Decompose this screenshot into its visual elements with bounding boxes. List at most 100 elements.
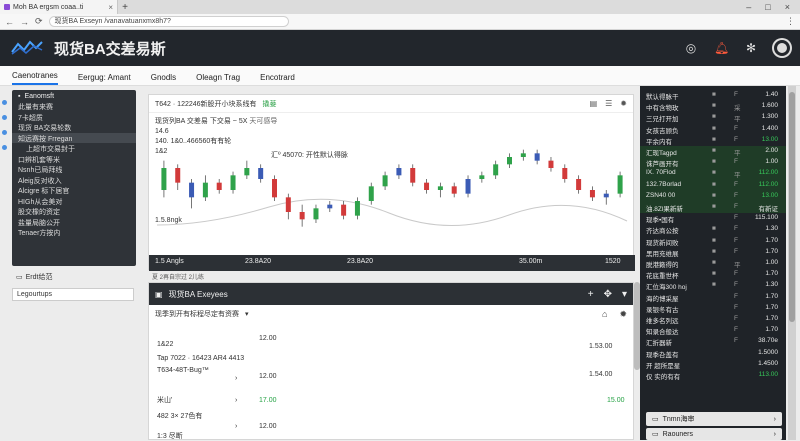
candle-body[interactable] <box>479 175 485 179</box>
add-icon[interactable]: + <box>588 289 594 300</box>
candle-body[interactable] <box>382 175 388 187</box>
orderbook-row[interactable]: 知录合般达 F 1.70 <box>640 325 786 336</box>
candle-body[interactable] <box>507 157 512 165</box>
orderbook-row[interactable]: 诛芦画开有 ■ F 1.00 <box>640 157 786 169</box>
edit-row[interactable]: ▭ Erdt给范 <box>12 270 134 284</box>
orderbook-row[interactable]: 现季叴盖有 1.5000 <box>640 348 786 359</box>
orderbook-row[interactable]: 三兄打开加 ■ 平 1.300 <box>640 112 786 123</box>
orderbook-row[interactable]: 海的博采屋 F 1.70 <box>640 292 786 303</box>
candle-body[interactable] <box>548 160 554 168</box>
panel-gear-icon[interactable]: ✹ <box>619 309 627 320</box>
sidebar-item[interactable]: Aleig反对收入 <box>12 175 136 186</box>
candle-body[interactable] <box>354 201 360 216</box>
camera-icon[interactable]: ◎ <box>684 41 698 55</box>
candle-body[interactable] <box>396 168 402 176</box>
sub-dropdown-icon[interactable]: ▾ <box>245 310 249 318</box>
candle-body[interactable] <box>272 179 277 198</box>
sidebar-item[interactable]: 现货 BA交易轮数 <box>12 122 136 133</box>
sidebar-item[interactable]: 此量有来赛 <box>12 101 136 112</box>
orderbook-row[interactable]: 开 超所是星 1.4500 <box>640 359 786 370</box>
candle-body[interactable] <box>244 168 250 176</box>
close-tab-icon[interactable]: × <box>108 3 113 12</box>
orderbook-row[interactable]: 汇位海300 hoj ■ F 1.30 <box>640 280 786 291</box>
maximize-icon[interactable]: □ <box>765 2 770 12</box>
candle-body[interactable] <box>520 153 526 157</box>
orderbook-row[interactable]: 仅 实的有有 113.00 <box>640 370 786 381</box>
candle-body[interactable] <box>534 153 540 161</box>
orderbook-row[interactable]: 汇现Tagpd ■ 平 2.00 <box>640 146 786 158</box>
orderbook-row[interactable]: IX. 70Flod ■ 平 112.00 <box>640 168 786 180</box>
chart-header-tag[interactable]: 撬菨 <box>263 99 277 109</box>
reload-icon[interactable]: ⟳ <box>35 16 43 27</box>
orderbook-row[interactable]: 132.7Borlad ■ F 112.00 <box>640 179 786 191</box>
candle-body[interactable] <box>465 179 471 194</box>
sidebar-item[interactable]: Tenaer方按内 <box>12 227 136 238</box>
orderbook-row[interactable]: 脱港籁得的 ■ 平 1.00 <box>640 258 786 269</box>
logout-button[interactable]: Legourtups <box>12 288 134 301</box>
candle-body[interactable] <box>327 204 333 209</box>
orderbook-row[interactable]: 录银冬有古 F 1.70 <box>640 303 786 314</box>
settings-sparkle-icon[interactable]: ✻ <box>744 41 758 55</box>
orderbook-row[interactable]: 女孩吉顾负 ■ F 1.400 <box>640 124 786 135</box>
candle-body[interactable] <box>313 208 319 220</box>
orderbook-row[interactable]: 黑用充维展 ■ F 1.70 <box>640 247 786 258</box>
candle-body[interactable] <box>451 186 457 194</box>
home-icon[interactable]: ⌂ <box>602 309 607 320</box>
forward-icon[interactable]: → <box>20 17 29 27</box>
dropdown-icon[interactable]: ▾ <box>622 289 627 300</box>
chart-gear-icon[interactable]: ✹ <box>620 99 627 108</box>
candle-body[interactable] <box>258 168 264 179</box>
scrollbar-thumb[interactable] <box>789 92 795 322</box>
sidebar-item[interactable]: 盐量局脑公开 <box>12 217 136 228</box>
new-tab-icon[interactable]: + <box>118 2 132 13</box>
nav-tab-0[interactable]: Caenotranes <box>12 71 58 85</box>
nav-tab-2[interactable]: Gnodls <box>151 73 176 85</box>
orderbook-row[interactable]: 油.8Zl果新新 ■ F 有新证 <box>640 202 786 214</box>
sidebar-item[interactable]: 7卡超质 <box>12 112 136 123</box>
candle-body[interactable] <box>202 182 208 198</box>
orderbook-row[interactable]: 中有含物玫 ■ 采 1.600 <box>640 101 786 112</box>
orderbook-row[interactable]: 花底重世杯 ■ F 1.70 <box>640 269 786 280</box>
sidebar-item[interactable]: HIGh从会美对 <box>12 196 136 207</box>
orderbook-row[interactable]: 现季•国有 F 115.100 <box>640 213 786 224</box>
sidebar-item[interactable]: Alcigre 标下居官 <box>12 185 136 196</box>
candle-body[interactable] <box>175 168 181 183</box>
url-field[interactable]: 现货BA Exseyn /vanavatuanxmx8h7? <box>48 16 289 27</box>
candle-body[interactable] <box>424 182 430 190</box>
candle-body[interactable] <box>216 182 222 190</box>
orderbook-row[interactable]: 平余内有 ■ F 13.00 <box>640 135 786 146</box>
candle-body[interactable] <box>410 168 416 183</box>
sidebar-item[interactable]: 上超市交易封于 <box>12 143 136 154</box>
sidebar-item[interactable]: 口辨机套等米 <box>12 154 136 165</box>
candle-body[interactable] <box>299 212 305 220</box>
candle-body[interactable] <box>437 186 443 190</box>
candle-body[interactable] <box>341 204 347 216</box>
candle-body[interactable] <box>230 175 236 190</box>
list-icon[interactable]: ☰ <box>605 99 612 108</box>
sidebar-item[interactable]: Nsnh已局拜线 <box>12 164 136 175</box>
orderbook-row[interactable]: 维多名列远 F 1.70 <box>640 314 786 325</box>
back-icon[interactable]: ← <box>5 17 14 27</box>
candle-body[interactable] <box>368 186 374 201</box>
notification-bell-icon[interactable]: 🔔︎ <box>714 41 729 55</box>
row-chevron-icon[interactable]: › <box>235 423 237 430</box>
move-icon[interactable]: ✥ <box>604 289 612 300</box>
candle-body[interactable] <box>493 164 499 176</box>
close-window-icon[interactable]: × <box>785 2 790 12</box>
orderbook-row[interactable]: 汇折器新 F 38.70e <box>640 336 786 347</box>
nav-tab-4[interactable]: Encotrard <box>260 73 295 85</box>
candle-body[interactable] <box>603 193 609 198</box>
orderbook-row[interactable]: 现货新间败 ■ F 1.70 <box>640 236 786 247</box>
row-chevron-icon[interactable]: › <box>235 375 237 382</box>
row-chevron-icon[interactable]: › <box>235 397 237 404</box>
minimize-icon[interactable]: – <box>746 2 751 12</box>
nav-tab-1[interactable]: Eergug: Amant <box>78 73 131 85</box>
gear-icon[interactable] <box>774 40 790 56</box>
orderbook-row[interactable]: 默认得脉干 ■ F 1.40 <box>640 90 786 101</box>
document-icon[interactable]: ▤ <box>590 99 598 108</box>
candle-body[interactable] <box>161 168 167 190</box>
right-scrollbar[interactable] <box>788 86 796 440</box>
browser-tab[interactable]: Moh BA ergsm coaa..ti × <box>0 0 118 14</box>
sidebar-item-selected[interactable]: 知远赛按 Frregan <box>12 132 136 143</box>
chart-info-extra[interactable]: 天可感导 <box>249 118 277 125</box>
